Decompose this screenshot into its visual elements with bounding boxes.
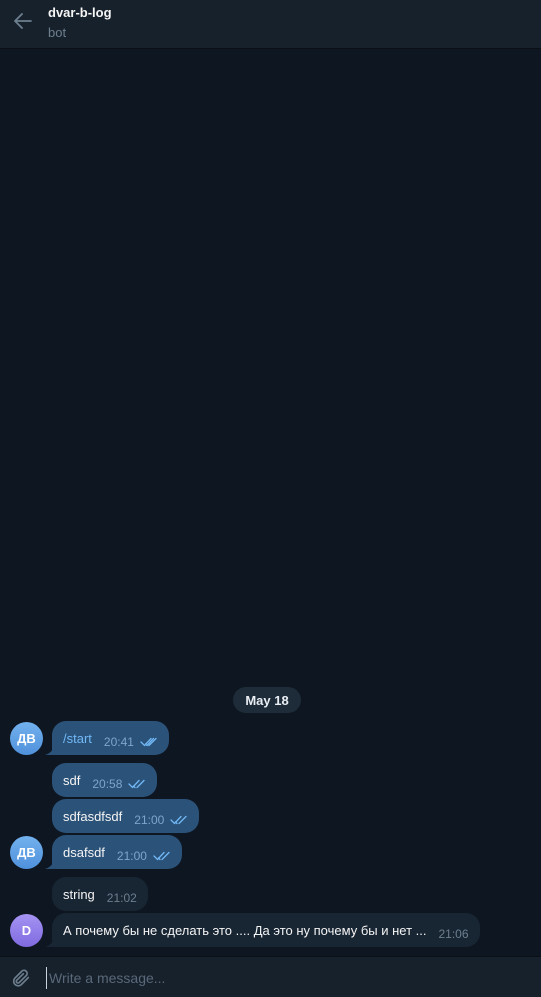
back-button[interactable] — [8, 6, 38, 36]
double-check-icon — [170, 815, 188, 825]
double-check-icon — [153, 851, 171, 861]
message-text[interactable]: А почему бы не сделать это .... Да это н… — [63, 923, 426, 938]
message-time: 21:00 — [116, 849, 147, 863]
bubble-tail — [45, 859, 55, 869]
arrow-left-icon — [14, 13, 32, 29]
message-bubble[interactable]: string 21:02 — [52, 877, 148, 911]
message-bubble[interactable]: sdfasdfsdf 21:00 — [52, 799, 200, 833]
message-text[interactable]: /start — [63, 731, 92, 746]
attach-button[interactable] — [8, 965, 34, 991]
message-text[interactable]: sdfasdfsdf — [63, 809, 122, 824]
paperclip-icon — [12, 969, 30, 987]
message-time: 20:58 — [92, 777, 123, 791]
bubble-tail — [45, 937, 55, 947]
double-check-icon — [140, 737, 158, 747]
date-badge: May 18 — [233, 687, 301, 713]
message-list[interactable]: May 18 ДВ /start 20:41 sdf 20:58 sdfasdf… — [0, 49, 541, 956]
message-bubble[interactable]: /start 20:41 — [52, 721, 169, 755]
chat-subtitle: bot — [48, 25, 67, 40]
double-check-icon — [128, 779, 146, 789]
chat-title[interactable]: dvar-b-log — [48, 5, 112, 20]
message-time: 21:06 — [438, 927, 469, 941]
message-bubble[interactable]: sdf 20:58 — [52, 763, 158, 797]
message-time: 21:02 — [106, 891, 137, 905]
bubble-tail — [45, 745, 55, 755]
message-bubble[interactable]: dsafsdf 21:00 — [52, 835, 182, 869]
message-text[interactable]: sdf — [63, 773, 80, 788]
message-text[interactable]: string — [63, 887, 95, 902]
avatar[interactable]: D — [10, 914, 43, 947]
avatar[interactable]: ДВ — [10, 836, 43, 869]
message-time: 21:00 — [134, 813, 165, 827]
message-input[interactable] — [46, 967, 529, 989]
message-time: 20:41 — [103, 735, 134, 749]
chat-header: dvar-b-log bot — [0, 0, 541, 49]
avatar[interactable]: ДВ — [10, 722, 43, 755]
composer — [0, 956, 541, 997]
message-bubble[interactable]: А почему бы не сделать это .... Да это н… — [52, 913, 480, 947]
message-text[interactable]: dsafsdf — [63, 845, 105, 860]
